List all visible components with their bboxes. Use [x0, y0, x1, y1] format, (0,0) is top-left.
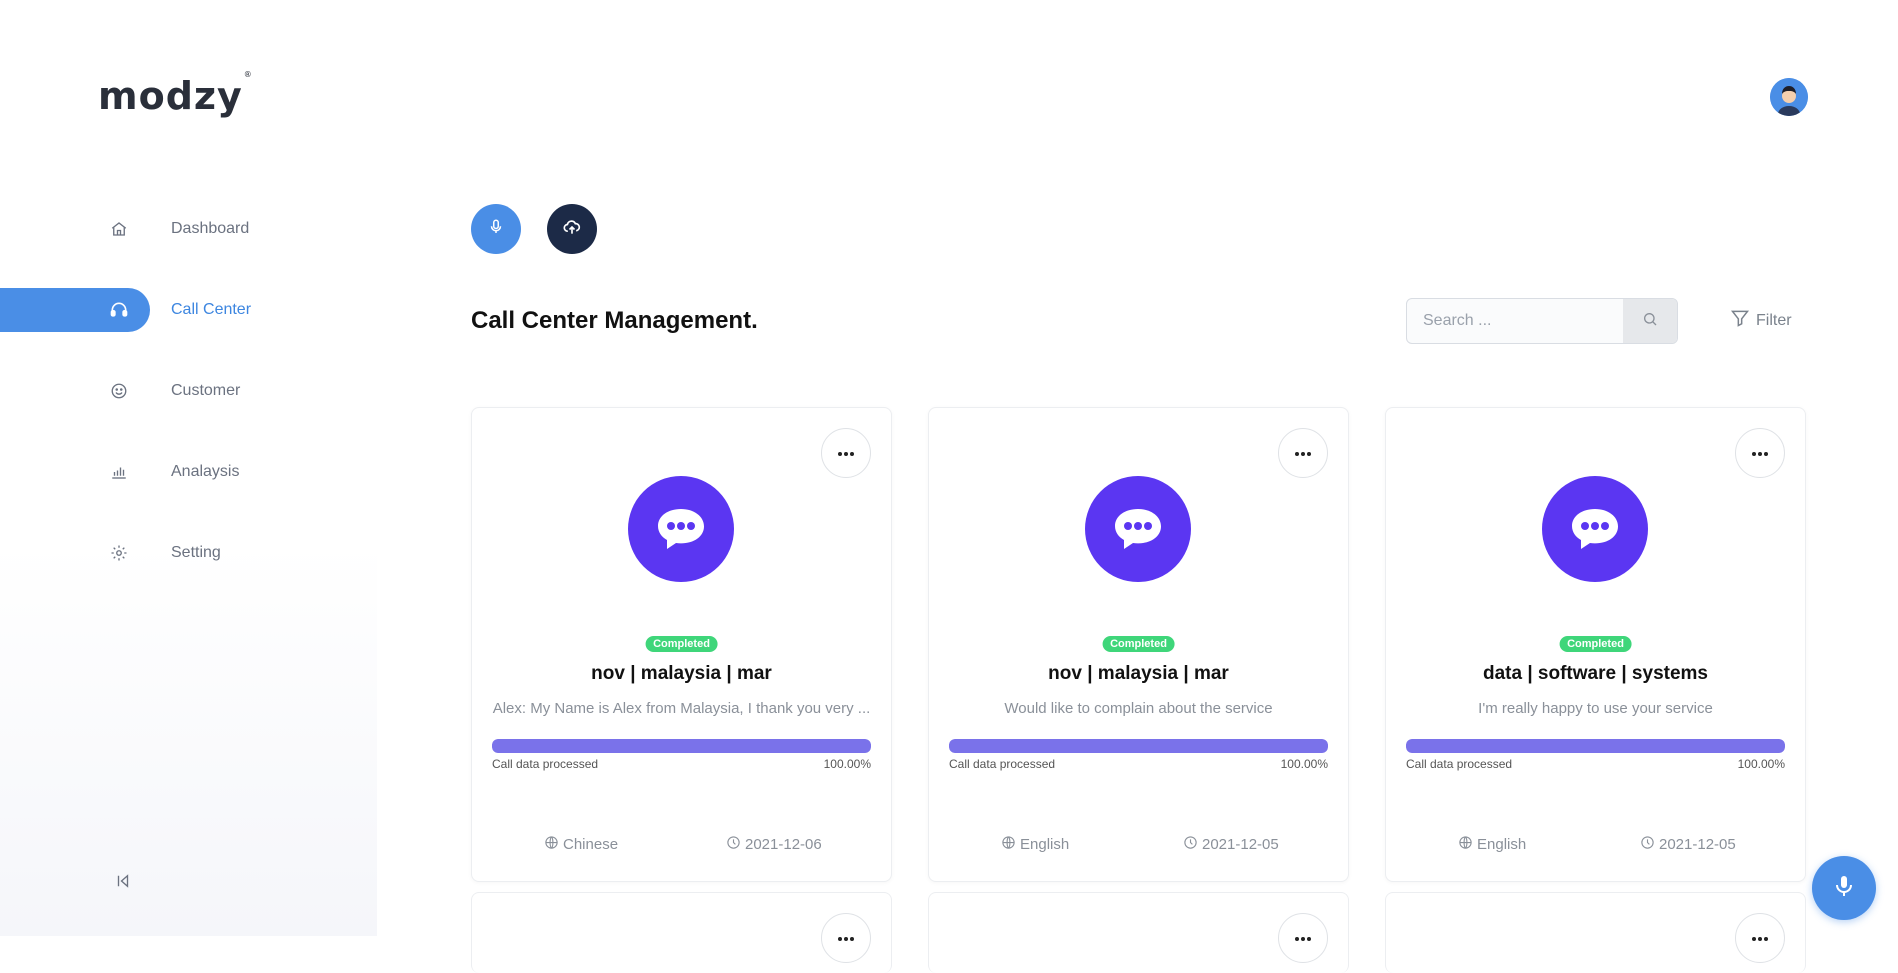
- progress-fill: [1406, 739, 1785, 753]
- language-label: Chinese: [563, 836, 619, 853]
- sidebar-item-call-center[interactable]: Call Center: [0, 288, 300, 332]
- language-meta: Chinese: [544, 835, 618, 854]
- cloud-upload-icon: [562, 217, 582, 242]
- more-dots-icon: [1294, 929, 1312, 947]
- page-title: Call Center Management.: [471, 307, 758, 334]
- card-description: I'm really happy to use your service: [1478, 700, 1713, 717]
- progress-label: Call data processed: [492, 757, 599, 771]
- call-card[interactable]: Completed nov | malaysia | mar Would lik…: [928, 407, 1349, 882]
- filter-icon: [1730, 308, 1750, 333]
- sidebar-item-dashboard[interactable]: Dashboard: [0, 207, 300, 251]
- chat-bubble-icon: [1542, 476, 1648, 582]
- sidebar-item-analysis[interactable]: Analaysis: [0, 450, 300, 494]
- progress-bar: [949, 739, 1328, 753]
- more-options-button[interactable]: [1735, 913, 1785, 963]
- collapse-left-icon: [114, 872, 132, 895]
- filter-button[interactable]: Filter: [1730, 308, 1792, 333]
- record-button[interactable]: [471, 204, 521, 254]
- card-description: Alex: My Name is Alex from Malaysia, I t…: [492, 700, 871, 717]
- upload-button[interactable]: [547, 204, 597, 254]
- progress-bar: [492, 739, 871, 753]
- chat-bubble-icon: [628, 476, 734, 582]
- sidebar-item-label: Setting: [171, 544, 221, 561]
- more-dots-icon: [837, 929, 855, 947]
- avatar[interactable]: [1770, 78, 1808, 116]
- microphone-icon: [487, 218, 505, 241]
- language-meta: English: [1458, 835, 1526, 854]
- more-options-button[interactable]: [821, 913, 871, 963]
- more-options-button[interactable]: [1278, 913, 1328, 963]
- call-card[interactable]: [471, 892, 892, 973]
- clock-icon: [1640, 835, 1655, 854]
- status-badge: Completed: [1559, 636, 1632, 652]
- sidebar-item-label: Dashboard: [171, 220, 250, 237]
- headset-icon: [108, 299, 130, 321]
- more-options-button[interactable]: [821, 428, 871, 478]
- card-title: data | software | systems: [1482, 663, 1708, 684]
- progress-value: 100.00%: [1737, 757, 1785, 771]
- date-meta: 2021-12-06: [726, 835, 822, 854]
- status-badge: Completed: [645, 636, 718, 652]
- clock-icon: [1183, 835, 1198, 854]
- status-badge: Completed: [1102, 636, 1175, 652]
- search-icon: [1642, 311, 1658, 332]
- more-options-button[interactable]: [1278, 428, 1328, 478]
- gear-icon: [108, 542, 130, 564]
- progress-label: Call data processed: [949, 757, 1056, 771]
- more-dots-icon: [1294, 444, 1312, 462]
- voice-fab-button[interactable]: [1812, 856, 1876, 920]
- progress-fill: [492, 739, 871, 753]
- filter-label: Filter: [1756, 311, 1792, 329]
- search-box: [1406, 298, 1678, 344]
- more-dots-icon: [1751, 929, 1769, 947]
- date-label: 2021-12-06: [745, 836, 822, 853]
- call-card[interactable]: Completed data | software | systems I'm …: [1385, 407, 1806, 882]
- progress-bar: [1406, 739, 1785, 753]
- user-avatar-icon: [1770, 78, 1808, 116]
- card-title: nov | malaysia | mar: [591, 663, 772, 684]
- language-meta: English: [1001, 835, 1069, 854]
- sidebar-item-label: Customer: [171, 382, 241, 399]
- date-meta: 2021-12-05: [1183, 835, 1279, 854]
- date-meta: 2021-12-05: [1640, 835, 1736, 854]
- call-card[interactable]: [928, 892, 1349, 973]
- more-options-button[interactable]: [1735, 428, 1785, 478]
- call-card[interactable]: Completed nov | malaysia | mar Alex: My …: [471, 407, 892, 882]
- more-dots-icon: [837, 444, 855, 462]
- sidebar-item-customer[interactable]: Customer: [0, 369, 300, 413]
- more-dots-icon: [1751, 444, 1769, 462]
- sidebar-item-label: Call Center: [171, 301, 252, 318]
- sidebar-item-setting[interactable]: Setting: [0, 531, 300, 575]
- bar-chart-icon: [108, 461, 130, 483]
- date-label: 2021-12-05: [1659, 836, 1736, 853]
- clock-icon: [726, 835, 741, 854]
- globe-icon: [1458, 835, 1473, 854]
- language-label: English: [1020, 836, 1070, 853]
- card-description: Would like to complain about the service: [1004, 700, 1273, 717]
- progress-label: Call data processed: [1406, 757, 1513, 771]
- progress-value: 100.00%: [823, 757, 871, 771]
- sidebar: modzy® Dashboard Call Center Customer An…: [0, 0, 377, 936]
- date-label: 2021-12-05: [1202, 836, 1279, 853]
- chat-bubble-icon: [1085, 476, 1191, 582]
- call-card[interactable]: [1385, 892, 1806, 973]
- globe-icon: [1001, 835, 1016, 854]
- sidebar-item-label: Analaysis: [171, 463, 240, 480]
- search-input[interactable]: [1407, 299, 1622, 343]
- progress-value: 100.00%: [1280, 757, 1328, 771]
- brand-logo[interactable]: modzy®: [98, 70, 253, 118]
- home-icon: [108, 218, 130, 240]
- collapse-sidebar-button[interactable]: [112, 872, 134, 894]
- language-label: English: [1477, 836, 1527, 853]
- progress-fill: [949, 739, 1328, 753]
- card-title: nov | malaysia | mar: [1048, 663, 1229, 684]
- microphone-icon: [1832, 874, 1856, 903]
- search-button[interactable]: [1623, 299, 1677, 343]
- globe-icon: [544, 835, 559, 854]
- smile-icon: [108, 380, 130, 402]
